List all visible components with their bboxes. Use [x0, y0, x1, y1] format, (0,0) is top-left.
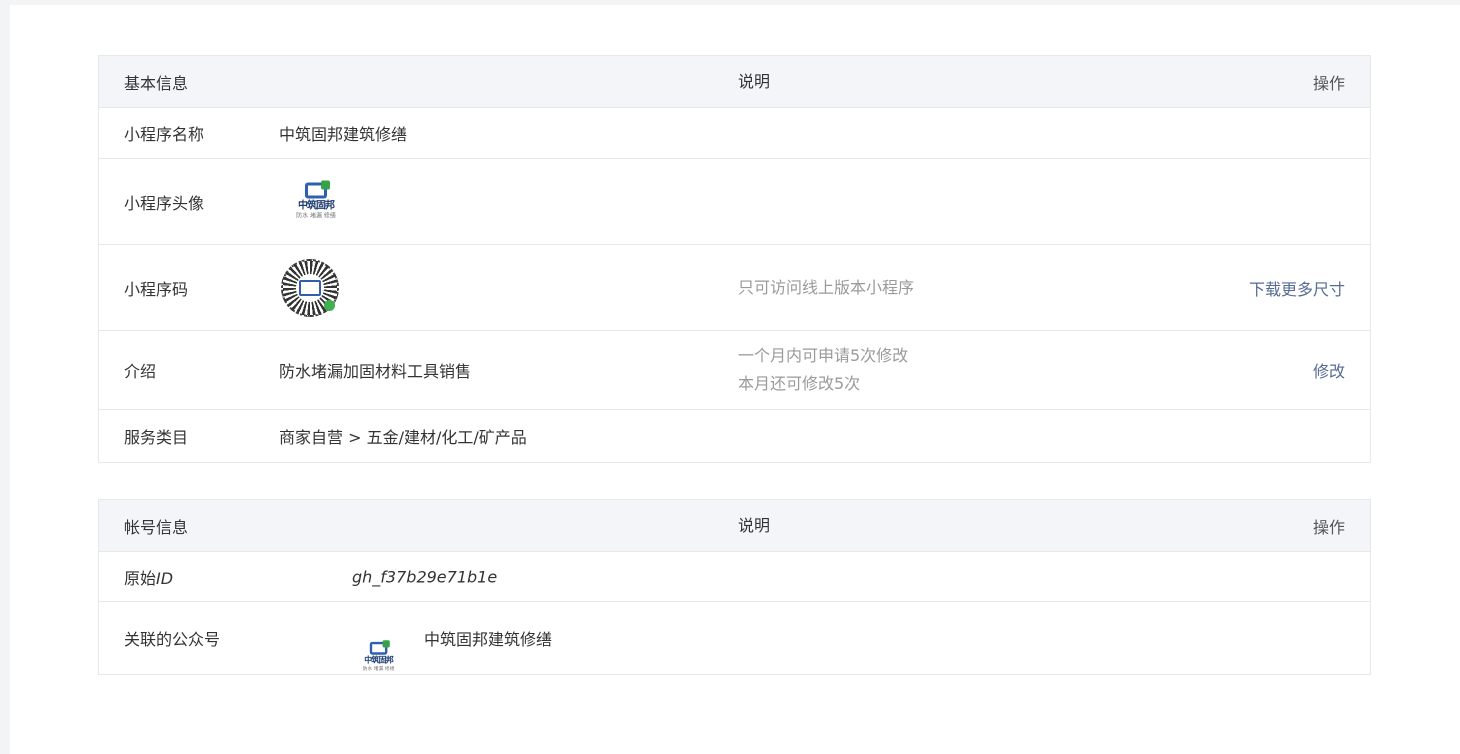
original-id-value: gh_f37b29e71b1e: [352, 567, 498, 586]
table-row-original-id: 原始ID gh_f37b29e71b1e: [99, 551, 1370, 601]
logo-mark: [369, 640, 390, 655]
header-description: 说明: [738, 71, 771, 91]
table-row-category: 服务类目 商家自营 > 五金/建材/化工/矿产品: [99, 409, 1370, 462]
header-description: 说明: [738, 515, 771, 535]
intro-desc-line2: 本月还可修改5次: [738, 374, 861, 393]
account-info-table: 帐号信息 说明 操作 原始ID gh_f37b29e71b1e 关联的公众号 中…: [98, 499, 1371, 675]
logo-mark: [305, 180, 330, 198]
intro-description: 一个月内可申请5次修改 本月还可修改5次: [738, 342, 908, 398]
brand-logo-icon: 中筑固邦 防水 堵漏 修缮: [289, 180, 343, 221]
basic-info-table: 基本信息 说明 操作 小程序名称 中筑固邦建筑修缮 小程序头像 中筑固邦 防水 …: [98, 55, 1371, 463]
intro-desc-line1: 一个月内可申请5次修改: [738, 346, 909, 365]
qr-badge: [324, 299, 335, 311]
intro-label: 介绍: [124, 362, 157, 381]
logo-name: 中筑固邦: [364, 656, 394, 666]
original-id-label: 原始ID: [124, 565, 173, 589]
table-header: 帐号信息 说明 操作: [99, 500, 1370, 551]
mini-program-code-icon: [281, 258, 339, 317]
linked-account-label: 关联的公众号: [124, 630, 221, 649]
download-sizes-link[interactable]: 下载更多尺寸: [1249, 276, 1345, 300]
header-account-info: 帐号信息: [124, 517, 189, 537]
header-actions: 操作: [1312, 517, 1345, 537]
table-row-avatar: 小程序头像 中筑固邦 防水 堵漏 修缮: [99, 158, 1370, 244]
category-value: 商家自营 > 五金/建材/化工/矿产品: [279, 428, 527, 447]
table-row-code: 小程序码 只可访问线上版本小程序 下载更多尺寸: [99, 244, 1370, 330]
header-actions: 操作: [1312, 73, 1345, 93]
brand-logo-icon: 中筑固邦 防水 堵漏 修缮: [357, 640, 400, 673]
edit-intro-link[interactable]: 修改: [1313, 358, 1345, 382]
table-row-linked-account: 关联的公众号 中筑固邦 防水 堵漏 修缮 中筑固邦建筑修缮: [99, 601, 1370, 674]
linked-account-avatar: 中筑固邦 防水 堵漏 修缮: [357, 640, 400, 672]
table-row-intro: 介绍 防水堵漏加固材料工具销售 一个月内可申请5次修改 本月还可修改5次 修改: [99, 330, 1370, 409]
logo-name: 中筑固邦: [298, 200, 335, 211]
code-description: 只可访问线上版本小程序: [738, 277, 915, 297]
name-label: 小程序名称: [124, 125, 205, 144]
intro-value: 防水堵漏加固材料工具销售: [279, 362, 472, 381]
logo-subtitle: 防水 堵漏 修缮: [296, 212, 336, 219]
original-id-label-suffix: ID: [156, 568, 174, 588]
code-label: 小程序码: [124, 279, 189, 299]
table-row-name: 小程序名称 中筑固邦建筑修缮: [99, 107, 1370, 158]
qr-center-logo: [299, 279, 321, 296]
avatar-image: 中筑固邦 防水 堵漏 修缮: [289, 180, 343, 220]
content-panel: 基本信息 说明 操作 小程序名称 中筑固邦建筑修缮 小程序头像 中筑固邦 防水 …: [10, 5, 1460, 754]
linked-account-name[interactable]: 中筑固邦建筑修缮: [424, 626, 552, 650]
original-id-label-prefix: 原始: [124, 568, 157, 588]
category-label: 服务类目: [124, 428, 189, 447]
table-header: 基本信息 说明 操作: [99, 56, 1370, 107]
header-basic-info: 基本信息: [124, 73, 189, 93]
avatar-label: 小程序头像: [124, 193, 205, 213]
name-value: 中筑固邦建筑修缮: [279, 125, 408, 144]
qr-code-image: [281, 258, 339, 317]
logo-subtitle: 防水 堵漏 修缮: [362, 665, 395, 672]
